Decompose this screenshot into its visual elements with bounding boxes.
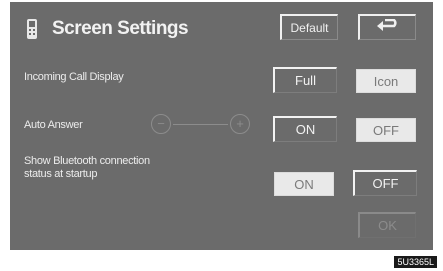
- bluetooth-status-off-button[interactable]: OFF: [353, 170, 417, 196]
- incoming-call-display-label: Incoming Call Display: [24, 71, 124, 83]
- auto-answer-plus-button[interactable]: +: [230, 114, 250, 134]
- bluetooth-status-label-line2: status at startup: [24, 168, 98, 180]
- image-code: 5U3365L: [394, 256, 437, 268]
- incoming-call-icon-button[interactable]: Icon: [356, 69, 416, 93]
- title-row: Screen Settings: [24, 16, 189, 42]
- back-button[interactable]: [358, 14, 416, 40]
- back-arrow-icon: [375, 18, 401, 36]
- auto-answer-label: Auto Answer: [24, 119, 83, 131]
- incoming-call-full-button[interactable]: Full: [273, 67, 337, 93]
- auto-answer-level-line: [173, 124, 228, 125]
- default-button[interactable]: Default: [280, 14, 338, 40]
- settings-screen: Screen Settings Default Incoming Call Di…: [10, 2, 433, 250]
- bluetooth-status-on-button[interactable]: ON: [274, 172, 334, 196]
- auto-answer-minus-button[interactable]: −: [151, 114, 171, 134]
- phone-icon: [24, 18, 40, 40]
- page-title: Screen Settings: [52, 18, 189, 39]
- ok-button[interactable]: OK: [358, 212, 416, 238]
- bluetooth-status-label-line1: Show Bluetooth connection: [24, 155, 150, 167]
- auto-answer-on-button[interactable]: ON: [273, 116, 337, 142]
- auto-answer-off-button[interactable]: OFF: [356, 118, 416, 142]
